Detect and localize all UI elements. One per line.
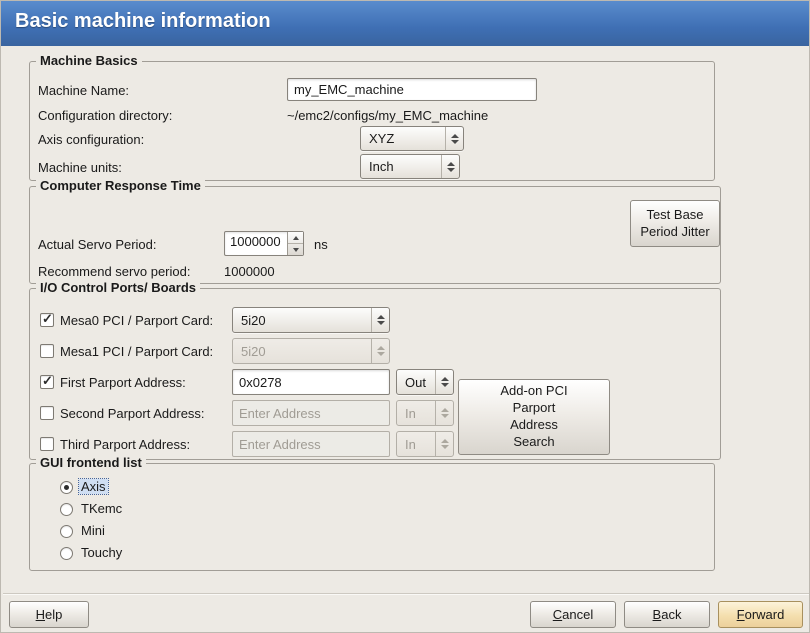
second-parport-direction-value: In	[397, 406, 435, 421]
gui-frontend-frame: GUI frontend list Axis TKemc Mini Touchy	[29, 463, 715, 571]
checkmark-icon: ✓	[42, 311, 53, 327]
page-title-bar: Basic machine information	[1, 1, 809, 46]
servo-period-label: Actual Servo Period:	[38, 237, 157, 252]
mesa0-label: Mesa0 PCI / Parport Card:	[60, 313, 213, 328]
cancel-button-label: Cancel	[553, 607, 593, 622]
back-button-label: Back	[653, 607, 682, 622]
forward-button[interactable]: Forward	[718, 601, 803, 628]
cancel-button[interactable]: Cancel	[530, 601, 616, 628]
axis-config-select[interactable]: XYZ	[360, 126, 464, 151]
footer-separator	[3, 593, 809, 595]
first-parport-direction-select[interactable]: Out	[396, 369, 454, 395]
config-dir-value: ~/emc2/configs/my_EMC_machine	[287, 108, 488, 123]
mesa0-card-value: 5i20	[233, 313, 371, 328]
third-parport-address-input	[232, 431, 390, 457]
combo-arrows-icon	[441, 155, 459, 178]
combo-arrows-icon	[435, 432, 453, 456]
first-parport-label: First Parport Address:	[60, 375, 186, 390]
help-button-label: Help	[36, 607, 63, 622]
second-parport-address-input	[232, 400, 390, 426]
spin-up-icon[interactable]	[288, 232, 303, 244]
servo-period-unit: ns	[314, 237, 328, 252]
io-ports-frame: I/O Control Ports/ Boards ✓ Mesa0 PCI / …	[29, 288, 721, 460]
combo-arrows-icon	[435, 401, 453, 425]
machine-units-value: Inch	[361, 159, 441, 174]
recommend-period-label: Recommend servo period:	[38, 264, 190, 279]
combo-arrows-icon	[371, 308, 389, 332]
mesa1-card-select: 5i20	[232, 338, 390, 364]
radio-tkemc[interactable]	[60, 503, 73, 516]
machine-name-label: Machine Name:	[38, 83, 129, 98]
second-parport-label: Second Parport Address:	[60, 406, 205, 421]
forward-button-label: Forward	[737, 607, 785, 622]
response-time-frame: Computer Response Time Test Base Period …	[29, 186, 721, 284]
radio-mini[interactable]	[60, 525, 73, 538]
radio-touchy-label[interactable]: Touchy	[81, 545, 122, 560]
addon-pci-parport-search-button[interactable]: Add-on PCI Parport Address Search	[458, 379, 610, 455]
servo-period-spinbox[interactable]: 1000000	[224, 231, 304, 256]
second-parport-checkbox[interactable]: ✓	[40, 406, 54, 420]
third-parport-checkbox[interactable]: ✓	[40, 437, 54, 451]
first-parport-direction-value: Out	[397, 375, 435, 390]
third-parport-label: Third Parport Address:	[60, 437, 190, 452]
io-ports-legend: I/O Control Ports/ Boards	[36, 280, 200, 295]
recommend-period-value: 1000000	[224, 264, 275, 279]
combo-arrows-icon	[445, 127, 463, 150]
combo-arrows-icon	[371, 339, 389, 363]
first-parport-checkbox[interactable]: ✓	[40, 375, 54, 389]
radio-tkemc-label[interactable]: TKemc	[81, 501, 122, 516]
machine-basics-frame: Machine Basics Machine Name: Configurati…	[29, 61, 715, 181]
radio-axis[interactable]	[60, 481, 73, 494]
third-parport-direction-value: In	[397, 437, 435, 452]
spin-down-icon[interactable]	[288, 244, 303, 255]
gui-frontend-legend: GUI frontend list	[36, 455, 146, 470]
servo-period-value: 1000000	[225, 232, 287, 255]
first-parport-address-input[interactable]	[232, 369, 390, 395]
axis-config-value: XYZ	[361, 131, 445, 146]
machine-units-select[interactable]: Inch	[360, 154, 460, 179]
help-button[interactable]: Help	[9, 601, 89, 628]
third-parport-direction-select: In	[396, 431, 454, 457]
second-parport-direction-select: In	[396, 400, 454, 426]
machine-name-input[interactable]	[287, 78, 537, 101]
response-time-legend: Computer Response Time	[36, 178, 205, 193]
machine-basics-legend: Machine Basics	[36, 53, 142, 68]
wizard-window: Basic machine information Machine Basics…	[0, 0, 810, 633]
radio-dot-icon	[64, 485, 69, 490]
page-title: Basic machine information	[15, 10, 271, 33]
mesa1-checkbox[interactable]: ✓	[40, 344, 54, 358]
radio-touchy[interactable]	[60, 547, 73, 560]
radio-mini-label[interactable]: Mini	[81, 523, 105, 538]
mesa1-label: Mesa1 PCI / Parport Card:	[60, 344, 213, 359]
back-button[interactable]: Back	[624, 601, 710, 628]
mesa1-card-value: 5i20	[233, 344, 371, 359]
config-dir-label: Configuration directory:	[38, 108, 172, 123]
checkmark-icon: ✓	[42, 373, 53, 389]
radio-axis-label[interactable]: Axis	[79, 479, 108, 494]
combo-arrows-icon	[435, 370, 453, 394]
mesa0-checkbox[interactable]: ✓	[40, 313, 54, 327]
mesa0-card-select[interactable]: 5i20	[232, 307, 390, 333]
test-base-period-jitter-button[interactable]: Test Base Period Jitter	[630, 200, 720, 247]
machine-units-label: Machine units:	[38, 160, 122, 175]
axis-config-label: Axis configuration:	[38, 132, 144, 147]
